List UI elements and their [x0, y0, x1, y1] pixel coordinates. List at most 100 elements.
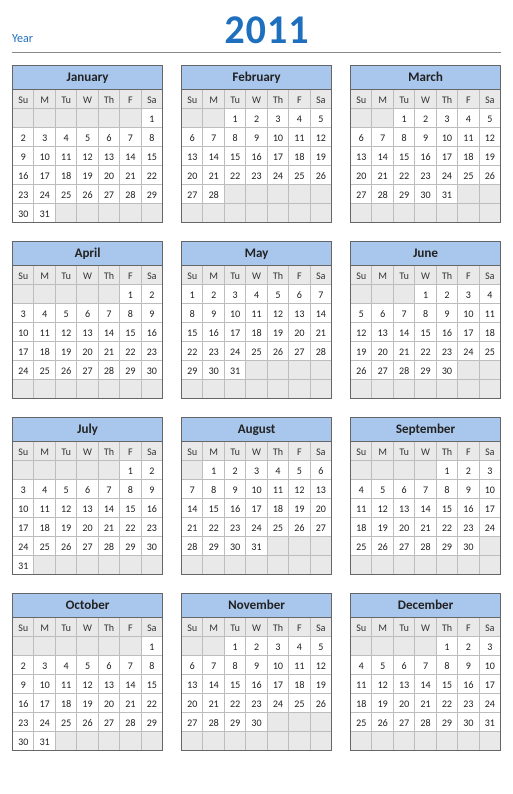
empty-cell	[267, 361, 288, 380]
day-cell: 22	[224, 166, 245, 185]
day-cell: 7	[120, 656, 141, 675]
year-label: Year	[12, 32, 33, 50]
day-cell: 4	[351, 480, 372, 499]
day-cell: 15	[182, 323, 203, 342]
day-cell: 16	[458, 675, 479, 694]
weekday-header: W	[77, 442, 98, 461]
day-cell: 28	[203, 713, 224, 732]
empty-cell	[203, 556, 224, 575]
day-cell: 7	[182, 480, 203, 499]
day-cell: 10	[458, 304, 479, 323]
day-cell: 25	[34, 361, 55, 380]
weekday-header: W	[77, 618, 98, 637]
weekday-header: Th	[98, 618, 119, 637]
day-cell: 7	[393, 304, 414, 323]
day-cell: 21	[120, 694, 141, 713]
empty-cell	[182, 204, 203, 223]
day-cell: 21	[120, 166, 141, 185]
empty-cell	[203, 109, 224, 128]
weekday-header: Sa	[141, 442, 162, 461]
weekday-header: Tu	[55, 90, 76, 109]
day-cell: 3	[246, 461, 267, 480]
day-cell: 12	[351, 323, 372, 342]
day-cell: 15	[393, 147, 414, 166]
empty-cell	[458, 380, 479, 399]
weekday-header: M	[203, 90, 224, 109]
weekday-header: Su	[13, 442, 34, 461]
day-cell: 23	[13, 713, 34, 732]
day-cell: 23	[415, 166, 436, 185]
month-table: SuMTuWThFSa12345678910111213141516171819…	[182, 90, 331, 222]
day-cell: 8	[224, 656, 245, 675]
day-cell: 28	[393, 361, 414, 380]
weekday-header: F	[289, 90, 310, 109]
day-cell: 23	[203, 342, 224, 361]
weekday-header: M	[34, 442, 55, 461]
day-cell: 24	[34, 185, 55, 204]
weekday-header: Su	[182, 266, 203, 285]
header: Year 2011	[12, 10, 501, 53]
day-cell: 27	[98, 185, 119, 204]
weekday-header: Th	[436, 442, 457, 461]
empty-cell	[351, 109, 372, 128]
month-name: July	[13, 418, 162, 442]
day-cell: 26	[351, 361, 372, 380]
day-cell: 8	[120, 480, 141, 499]
day-cell: 26	[372, 713, 393, 732]
day-cell: 17	[13, 342, 34, 361]
day-cell: 19	[372, 518, 393, 537]
day-cell: 9	[246, 656, 267, 675]
empty-cell	[77, 285, 98, 304]
empty-cell	[13, 285, 34, 304]
month-block: AprilSuMTuWThFSa123456789101112131415161…	[12, 241, 163, 399]
day-cell: 20	[77, 342, 98, 361]
weekday-header: F	[120, 90, 141, 109]
empty-cell	[98, 204, 119, 223]
day-cell: 22	[182, 342, 203, 361]
day-cell: 1	[120, 285, 141, 304]
empty-cell	[120, 732, 141, 751]
day-cell: 25	[289, 694, 310, 713]
day-cell: 11	[351, 499, 372, 518]
weekday-header: Sa	[141, 618, 162, 637]
year-value: 2011	[33, 10, 501, 50]
day-cell: 5	[289, 461, 310, 480]
empty-cell	[310, 537, 331, 556]
empty-cell	[120, 637, 141, 656]
day-cell: 3	[267, 637, 288, 656]
empty-cell	[55, 556, 76, 575]
day-cell: 17	[246, 499, 267, 518]
day-cell: 4	[267, 461, 288, 480]
month-block: FebruarySuMTuWThFSa123456789101112131415…	[181, 65, 332, 223]
day-cell: 18	[34, 342, 55, 361]
month-table: SuMTuWThFSa12345678910111213141516171819…	[182, 442, 331, 574]
day-cell: 13	[289, 304, 310, 323]
day-cell: 19	[267, 323, 288, 342]
empty-cell	[351, 461, 372, 480]
day-cell: 20	[77, 518, 98, 537]
day-cell: 19	[351, 342, 372, 361]
weekday-header: Th	[267, 442, 288, 461]
day-cell: 8	[393, 128, 414, 147]
empty-cell	[310, 204, 331, 223]
day-cell: 16	[13, 694, 34, 713]
day-cell: 12	[77, 147, 98, 166]
empty-cell	[34, 556, 55, 575]
weekday-header: W	[246, 618, 267, 637]
weekday-header: Su	[351, 90, 372, 109]
day-cell: 24	[224, 342, 245, 361]
day-cell: 11	[55, 675, 76, 694]
empty-cell	[77, 732, 98, 751]
day-cell: 22	[224, 694, 245, 713]
day-cell: 6	[393, 656, 414, 675]
day-cell: 4	[458, 109, 479, 128]
day-cell: 8	[436, 656, 457, 675]
empty-cell	[372, 461, 393, 480]
empty-cell	[13, 637, 34, 656]
day-cell: 4	[34, 304, 55, 323]
weekday-header: Tu	[55, 442, 76, 461]
day-cell: 6	[289, 285, 310, 304]
day-cell: 29	[436, 713, 457, 732]
empty-cell	[267, 556, 288, 575]
day-cell: 12	[310, 128, 331, 147]
